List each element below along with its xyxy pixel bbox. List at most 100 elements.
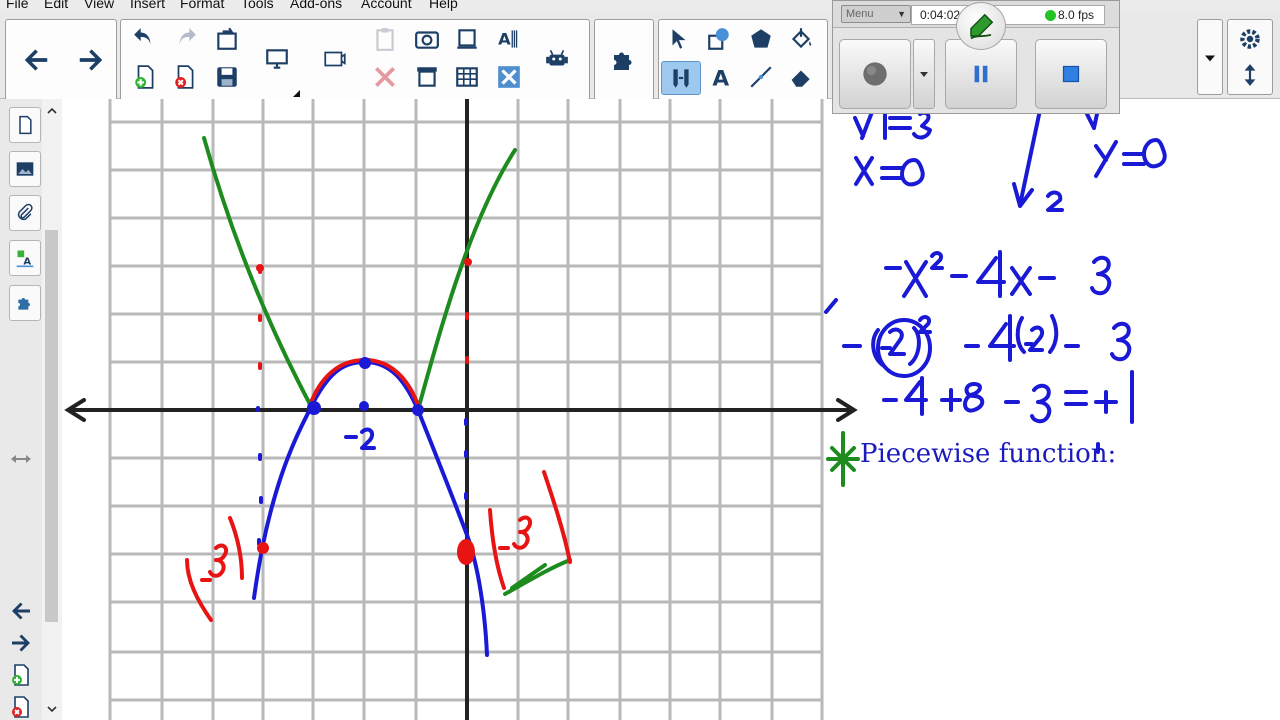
toolbar-more-button[interactable] [1197,19,1223,95]
delete-page-button[interactable] [169,62,201,92]
page-refresh-icon [217,27,237,50]
adjust-tool[interactable] [661,61,701,95]
gallery-tab[interactable] [9,151,41,187]
close-icon [374,66,396,88]
properties-icon: A [16,250,34,268]
page-icon [19,115,32,135]
delete-button[interactable] [369,62,401,92]
camera-button[interactable] [411,24,443,54]
print-button[interactable] [451,24,483,54]
save-icon [217,67,237,87]
sidebar: A [0,99,43,720]
paste-icon [376,28,394,51]
cursor-icon [672,29,686,49]
pen-icon [970,13,994,40]
menu-addons[interactable]: Add-ons [290,0,342,11]
page-sorter-tab[interactable] [9,107,41,143]
select-tool[interactable] [663,24,695,54]
chevron-up-icon[interactable] [46,105,58,117]
handwriting-recognition-icon: A [498,29,518,48]
menu-help[interactable]: Help [429,0,458,11]
print-icon [457,29,477,49]
addon-button[interactable] [541,44,573,74]
handwriting-button[interactable]: A [493,24,525,54]
refresh-page-button[interactable] [211,24,243,54]
redo-icon [179,28,196,45]
menu-tools[interactable]: Tools [241,0,274,11]
sidebar-previous-page[interactable] [8,598,34,624]
paint-bucket-icon [791,28,812,49]
shapes-tool[interactable] [703,24,735,54]
addons-button[interactable] [599,30,649,90]
up-down-arrows-icon [1244,64,1256,86]
document-camera-icon [324,51,346,67]
recorder-menu-dropdown[interactable]: Menu ▼ [841,5,911,23]
svg-text:A: A [498,29,511,48]
add-page-button[interactable] [129,62,161,92]
edit-group: A [120,19,590,101]
table-button[interactable] [451,62,483,92]
fill-tool[interactable] [785,24,817,54]
sidebar-next-page[interactable] [8,630,34,656]
settings-button[interactable] [1234,24,1266,54]
regular-polygon-tool[interactable] [745,24,777,54]
arrow-right-icon [12,634,30,652]
gallery-icon [16,162,34,176]
screen-capture-icon [266,49,288,69]
stop-icon [1062,65,1080,83]
text-tool[interactable]: A [705,62,737,92]
record-button[interactable] [839,39,911,109]
record-icon [863,62,887,86]
paste-button[interactable] [369,24,401,54]
attachments-tab[interactable] [9,195,41,231]
undo-button[interactable] [129,24,161,54]
screen-capture-button[interactable] [261,44,293,74]
menu-view[interactable]: View [84,0,114,11]
recording-time-display: 0:04:02 8.0 fps [911,5,1105,25]
line-icon [750,66,772,88]
previous-page-button[interactable] [11,30,61,90]
document-camera-button[interactable] [319,44,351,74]
record-options-dropdown[interactable] [913,39,935,109]
robot-icon [546,49,568,66]
menu-file[interactable]: File [6,0,29,11]
puzzle-icon [18,298,30,310]
draw-on-screen-button[interactable] [956,2,1006,50]
screen-shade-icon [417,67,437,87]
menu-edit[interactable]: Edit [44,0,68,11]
add-page-icon [12,664,29,686]
whiteboard-canvas[interactable]: Piecewise function: [62,99,1280,720]
scrollbar-thumb[interactable] [45,230,58,622]
clear-page-icon [498,66,520,88]
properties-tab[interactable]: A [9,240,41,276]
dropdown-corner-icon[interactable] [293,90,300,97]
menu-account[interactable]: Account [361,0,412,11]
recorder-menu-label: Menu [846,8,874,20]
redo-button[interactable] [169,24,201,54]
stop-button[interactable] [1035,39,1107,109]
chevron-down-icon[interactable] [46,703,58,715]
eraser-tool[interactable] [785,62,817,92]
coordinate-axes [64,99,858,720]
addons-tab[interactable] [9,285,41,321]
svg-text:A: A [712,67,729,90]
menu-format[interactable]: Format [180,0,224,11]
nav-group [5,19,117,101]
camera-icon [415,31,439,49]
piecewise-text-annotation[interactable]: Piecewise function: [860,439,1116,469]
recording-fps: 8.0 fps [1058,8,1095,22]
screen-shade-button[interactable] [411,62,443,92]
line-tool[interactable] [745,62,777,92]
move-toolbar-button[interactable] [1234,60,1266,90]
vertical-scrollbar[interactable] [42,99,62,720]
sidebar-delete-page[interactable] [8,694,34,720]
sidebar-add-page[interactable] [8,662,34,688]
chevron-down-icon [1205,55,1215,62]
shapes-icon [708,28,729,50]
menu-insert[interactable]: Insert [130,0,165,11]
clear-page-button[interactable] [493,62,525,92]
save-button[interactable] [211,62,243,92]
next-page-button[interactable] [66,30,116,90]
red-ink [185,266,572,622]
resize-sidebar-handle[interactable] [8,446,34,472]
